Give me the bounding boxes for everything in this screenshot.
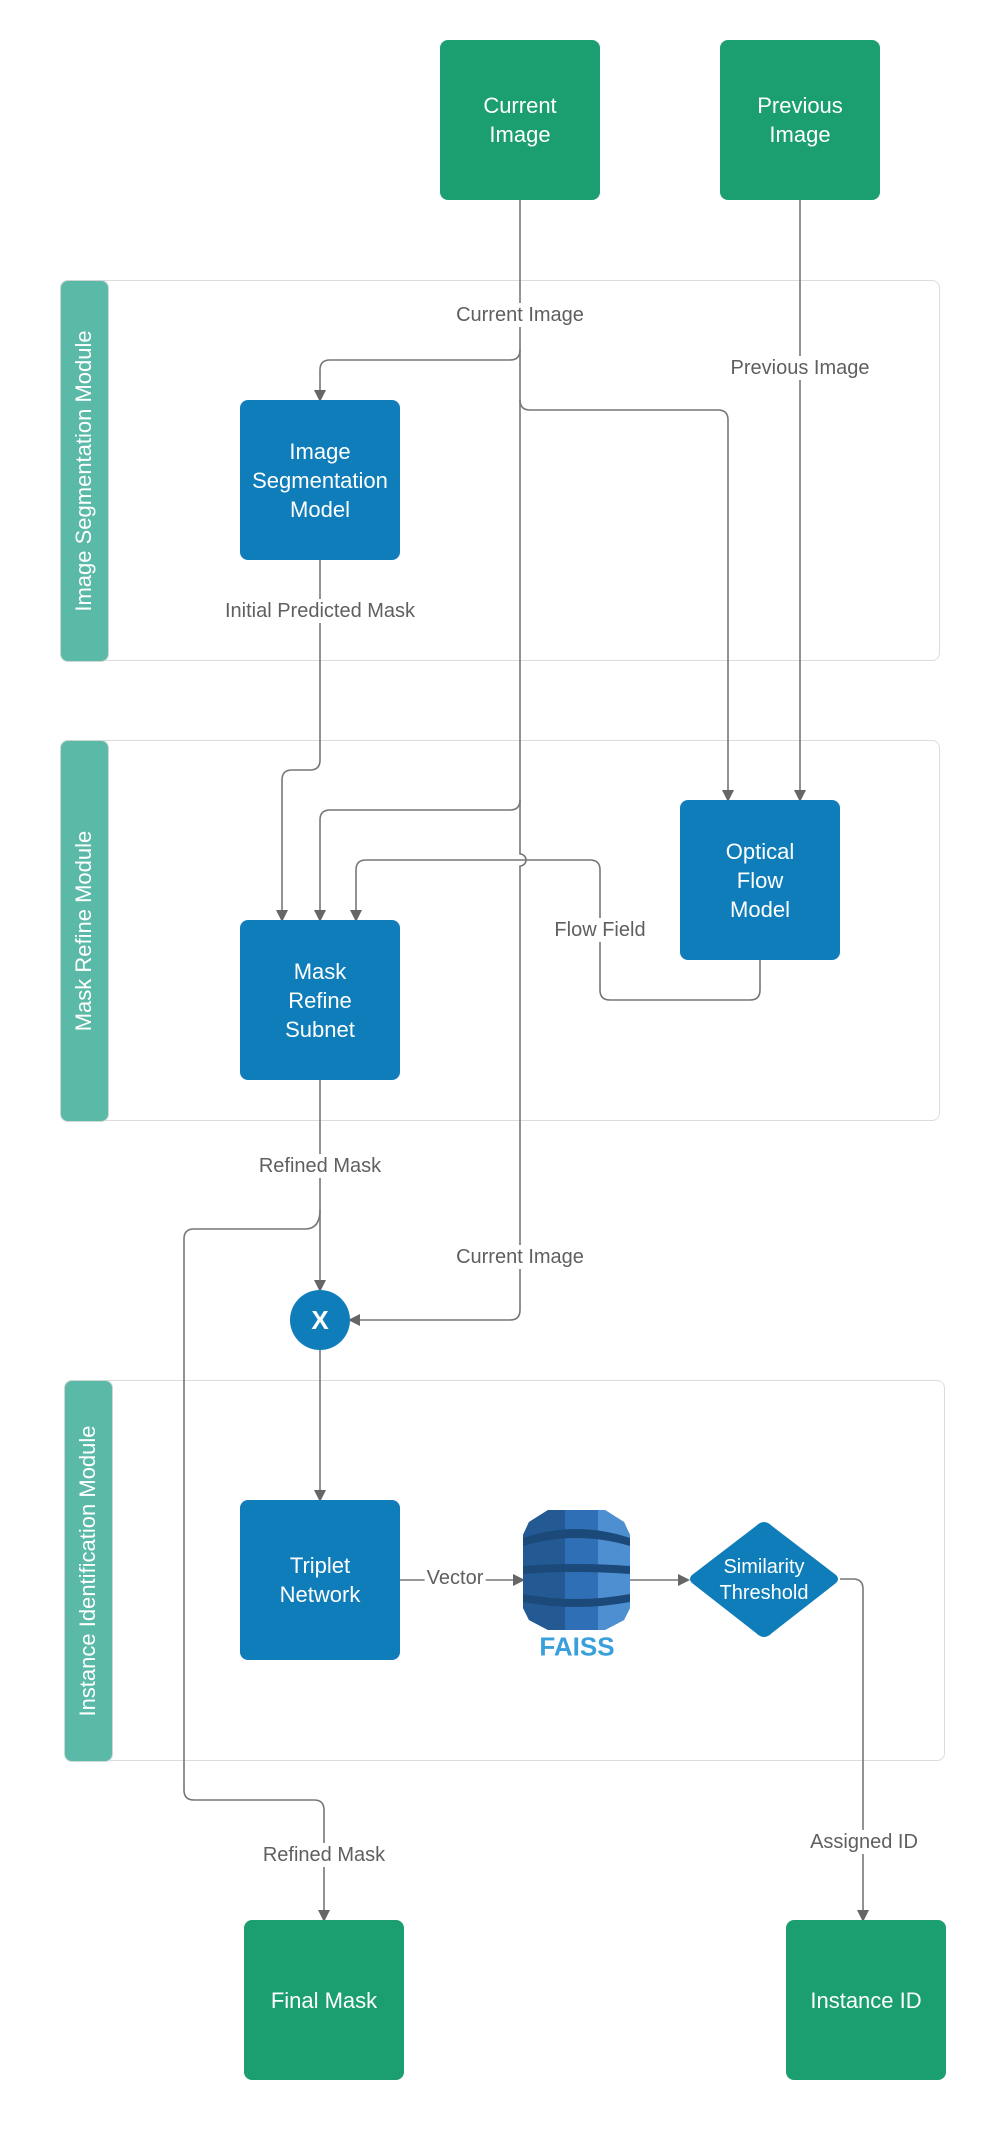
edge-label-flow-field: Flow Field — [552, 918, 648, 942]
image-segmentation-model-label: Image Segmentation Model — [252, 438, 388, 522]
edge-label-vector: Vector — [424, 1566, 486, 1590]
triplet-network-label: Triplet Network — [279, 1553, 361, 1607]
edge-current-to-segmentation — [314, 200, 521, 402]
diagram-canvas: Image Segmentation Module Mask Refine Mo… — [0, 0, 1007, 2147]
optical-flow-model-node[interactable]: Optical Flow Model — [680, 800, 840, 960]
previous-image-node[interactable]: Previous Image — [720, 40, 880, 200]
edge-label-refined-mask-2: Refined Mask — [260, 1843, 388, 1867]
current-image-node[interactable]: Current Image — [440, 40, 600, 200]
edge-label-current-image: Current Image — [454, 303, 586, 327]
edge-label-assigned-id: Assigned ID — [808, 1830, 920, 1854]
current-image-node-label: Current Image — [483, 93, 557, 147]
image-segmentation-model-node[interactable]: Image Segmentation Model — [240, 400, 400, 560]
edge-label-current-image-2: Current Image — [454, 1245, 586, 1269]
database-icon — [523, 1510, 630, 1630]
previous-image-node-label: Previous Image — [757, 93, 843, 147]
instance-id-node[interactable]: Instance ID — [786, 1920, 946, 2080]
triplet-network-node[interactable]: Triplet Network — [240, 1500, 400, 1660]
edge-current-to-optical-flow — [519, 350, 734, 802]
edge-label-refined-mask: Refined Mask — [256, 1154, 384, 1178]
edge-assigned-id — [840, 1578, 869, 1922]
mask-refine-subnet-label: Mask Refine Subnet — [285, 958, 355, 1042]
multiply-node-label: X — [311, 1304, 329, 1335]
optical-flow-model-label: Optical Flow Model — [725, 838, 795, 922]
multiply-node[interactable]: X — [290, 1290, 350, 1350]
final-mask-node-label: Final Mask — [270, 1987, 378, 2013]
edge-label-previous-image: Previous Image — [728, 356, 872, 380]
final-mask-node[interactable]: Final Mask — [244, 1920, 404, 2080]
mask-refine-subnet-node[interactable]: Mask Refine Subnet — [240, 920, 400, 1080]
faiss-label: FAISS — [539, 1631, 615, 1662]
similarity-threshold-label: Similarity Threshold — [719, 1556, 809, 1604]
edge-label-initial-predicted-mask: Initial Predicted Mask — [222, 599, 418, 623]
instance-id-node-label: Instance ID — [810, 1987, 922, 2013]
